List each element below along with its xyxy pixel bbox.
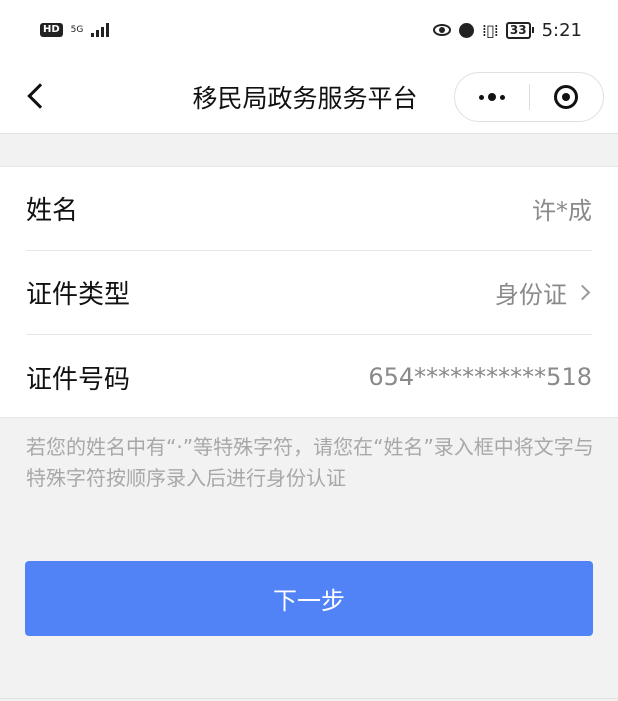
close-button[interactable] [530,72,603,122]
page: HD 5G ⁞▯⁞ 33 5:21 移民局政务服务平台 姓名 许*成 证件类型 … [0,0,618,701]
battery-icon: 33 [505,21,534,39]
id-number-row[interactable]: 证件号码 654***********518 [26,335,592,419]
bottom-divider [0,698,618,699]
back-button[interactable] [14,74,58,118]
hint-text: 若您的姓名中有“·”等特殊字符，请您在“姓名”录入框中将文字与特殊字符按顺序录入… [26,435,594,490]
signal-icon [91,23,110,37]
id-number-label: 证件号码 [26,364,131,395]
name-field[interactable]: 许*成 [532,191,592,226]
id-type-label: 证件类型 [26,280,131,310]
status-right: ⁞▯⁞ 33 5:21 [432,19,582,41]
mini-program-capsule [454,60,604,134]
vibrate-icon: ⁞▯⁞ [481,20,499,40]
id-type-value: 身份证 [495,281,567,309]
id-type-select[interactable]: 身份证 [495,275,592,310]
chevron-right-icon [574,284,591,301]
battery-level: 33 [505,21,531,39]
page-title: 移民局政务服务平台 [192,84,418,113]
name-label: 姓名 [26,196,79,226]
status-time: 5:21 [541,19,582,41]
hd-badge: HD [40,23,63,37]
status-left: HD 5G [40,23,110,37]
name-row[interactable]: 姓名 许*成 [26,167,592,251]
network-indicator: 5G [70,24,84,35]
more-dots-icon [479,94,484,100]
alarm-icon [458,22,474,38]
eye-icon [432,24,451,36]
id-type-row[interactable]: 证件类型 身份证 [26,251,592,335]
next-step-button[interactable]: 下一步 [25,561,593,636]
network-label: 5G [70,24,84,35]
back-arrow-icon [27,83,53,109]
identity-form: 姓名 许*成 证件类型 身份证 证件号码 654***********518 [0,166,618,418]
id-number-field[interactable]: 654***********518 [368,363,592,391]
status-bar: HD 5G ⁞▯⁞ 33 5:21 [0,0,618,60]
target-close-icon [554,85,579,109]
more-button[interactable] [455,72,529,122]
title-bar: 移民局政务服务平台 [0,60,618,134]
